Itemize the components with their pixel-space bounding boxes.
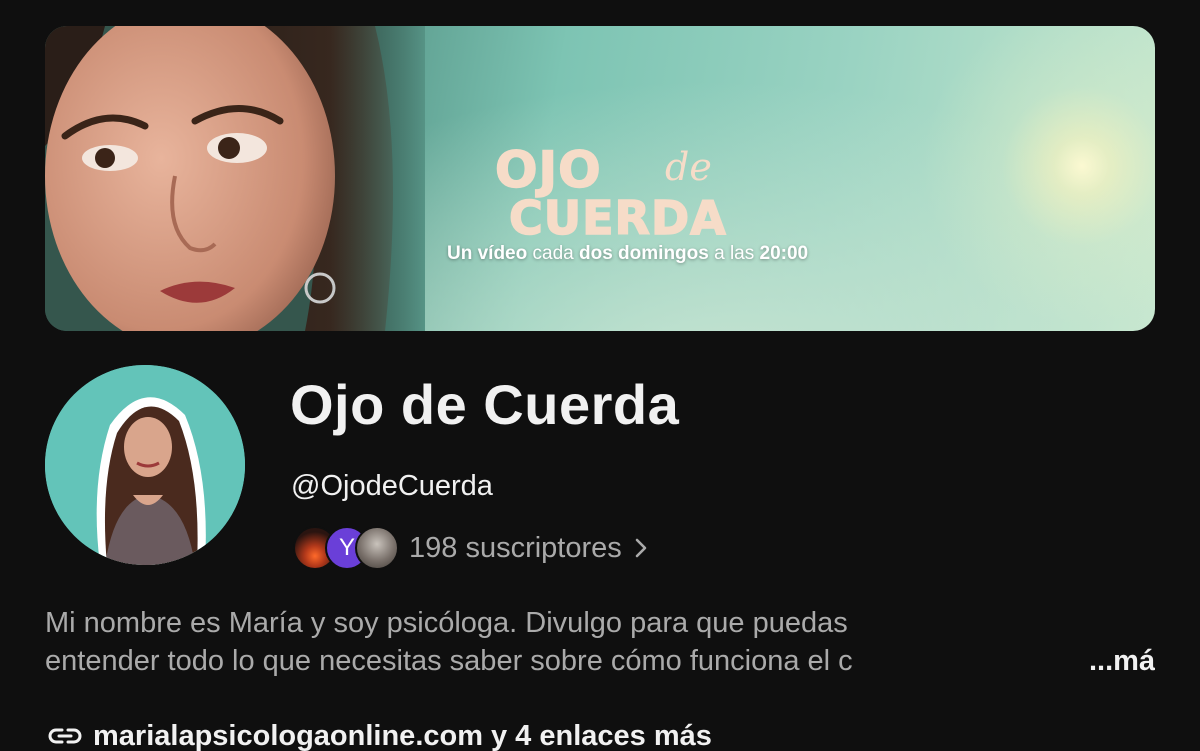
channel-handle: @OjodeCuerda [291, 470, 493, 502]
channel-page: OJO de CUERDA Un vídeo cada dos domingos… [0, 0, 1200, 751]
channel-links[interactable]: marialapsicologaonline.com y 4 enlaces m… [45, 716, 712, 751]
subscriber-avatar [355, 526, 399, 570]
banner-woman-photo [45, 26, 425, 331]
tagline-part: cada [527, 243, 579, 264]
chevron-right-icon [634, 536, 652, 560]
primary-link[interactable]: marialapsicologaonline.com [93, 720, 483, 751]
logo-de-text: de [665, 145, 712, 189]
tagline-part: dos domingos [579, 243, 709, 264]
channel-description[interactable]: Mi nombre es María y soy psicóloga. Divu… [45, 604, 1155, 680]
subscriber-avatars: Y [293, 524, 399, 572]
banner-tagline: Un vídeo cada dos domingos a las 20:00 [447, 243, 808, 265]
tagline-part: 20:00 [759, 243, 809, 264]
description-fade [945, 642, 1085, 680]
channel-avatar[interactable] [45, 365, 245, 565]
more-button[interactable]: ...más [1085, 642, 1155, 680]
logo-cuerda-text: CUERDA [508, 190, 727, 246]
subscribers-count: 198 suscriptores [409, 531, 622, 564]
channel-name: Ojo de Cuerda [290, 373, 680, 436]
tagline-part: Un vídeo [447, 243, 528, 264]
avatar-woman-photo [45, 365, 245, 565]
more-links-text[interactable]: y 4 enlaces más [491, 720, 712, 751]
subscribers-row[interactable]: Y 198 suscriptores [293, 524, 652, 572]
description-text: entender todo lo que necesitas saber sob… [45, 645, 853, 677]
banner-logo: OJO de CUERDA [445, 140, 845, 246]
tagline-part: a las [708, 243, 760, 264]
link-icon [45, 716, 85, 751]
description-line: entender todo lo que necesitas saber sob… [45, 642, 1155, 680]
channel-banner[interactable]: OJO de CUERDA Un vídeo cada dos domingos… [45, 26, 1155, 331]
description-line: Mi nombre es María y soy psicóloga. Divu… [45, 607, 848, 639]
